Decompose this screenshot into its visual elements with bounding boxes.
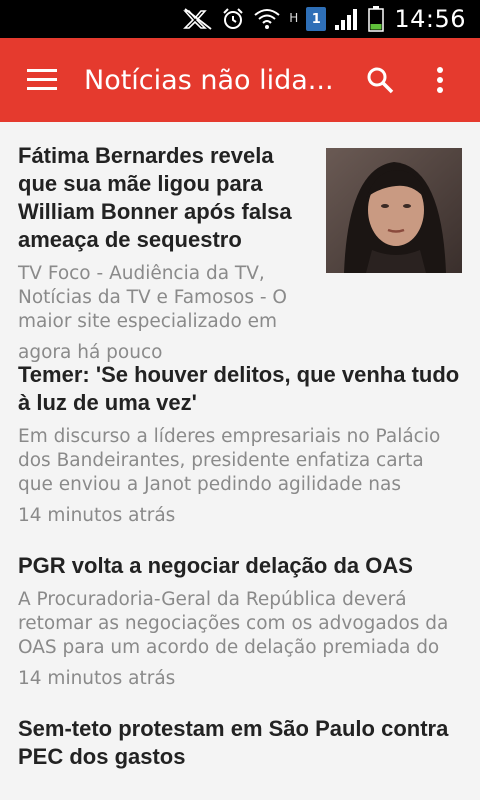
- search-icon: [367, 67, 394, 94]
- news-item[interactable]: PGR volta a negociar delação da OAS A Pr…: [18, 552, 462, 689]
- news-headline: Temer: 'Se houver delitos, que venha tud…: [18, 362, 460, 415]
- news-summary: Em discurso a líderes empresariais no Pa…: [18, 426, 441, 495]
- news-time: agora há pouco: [18, 342, 163, 363]
- news-time: 14 minutos atrás: [18, 668, 176, 689]
- news-headline: Sem-teto protestam em São Paulo contra P…: [18, 716, 449, 769]
- more-options-button[interactable]: [410, 38, 470, 122]
- page-title: Notícias não lida...: [84, 64, 334, 96]
- news-feed: Fátima Bernardes revela que sua mãe ligo…: [0, 122, 480, 771]
- status-icons: H 1: [183, 6, 385, 32]
- clock: 14:56: [394, 5, 466, 33]
- network-type-label: H: [289, 11, 299, 25]
- more-vert-icon: [437, 67, 443, 93]
- news-headline: PGR volta a negociar delação da OAS: [18, 553, 413, 578]
- signal-icon: [335, 9, 358, 30]
- news-thumbnail[interactable]: [326, 148, 462, 273]
- news-item[interactable]: Fátima Bernardes revela que sua mãe ligo…: [18, 122, 462, 367]
- news-item[interactable]: Temer: 'Se houver delitos, que venha tud…: [18, 361, 462, 526]
- sim-slot-badge: 1: [306, 7, 327, 31]
- mute-icon: [183, 8, 212, 30]
- search-button[interactable]: [350, 38, 410, 122]
- menu-button[interactable]: [0, 38, 84, 122]
- alarm-icon: [223, 8, 244, 29]
- app-bar: Notícias não lida...: [0, 38, 480, 122]
- news-headline: Fátima Bernardes revela que sua mãe ligo…: [18, 143, 292, 252]
- wifi-icon: [254, 9, 280, 29]
- news-summary: TV Foco - Audiência da TV, Notícias da T…: [18, 263, 287, 332]
- hamburger-menu-icon: [27, 69, 57, 90]
- news-item[interactable]: Sem-teto protestam em São Paulo contra P…: [18, 715, 462, 771]
- news-summary: A Procuradoria-Geral da República deverá…: [18, 589, 449, 658]
- status-bar: H 1 14:56: [0, 0, 480, 38]
- news-time: 14 minutos atrás: [18, 505, 176, 526]
- battery-icon: [368, 6, 385, 32]
